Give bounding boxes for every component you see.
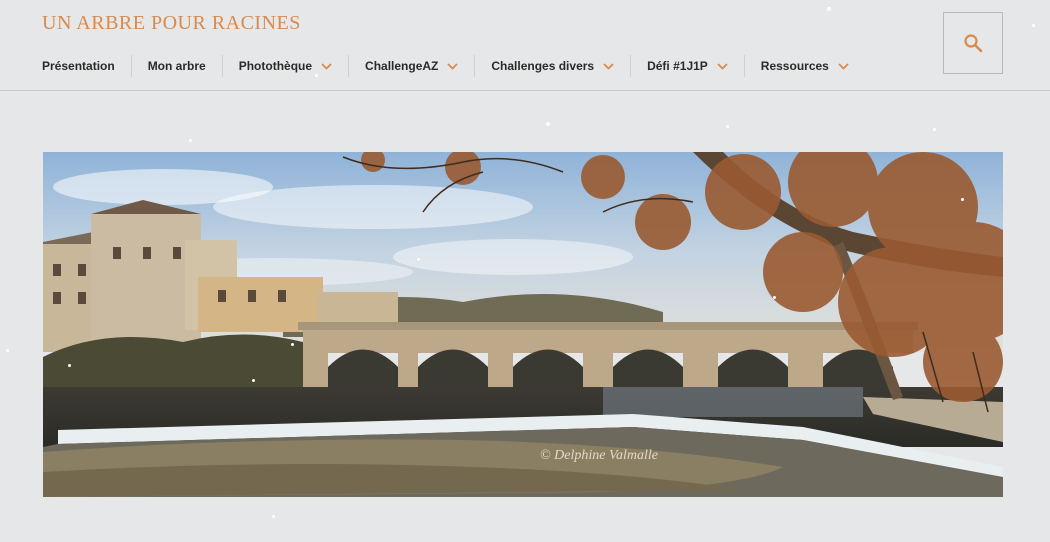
- nav-item-ressources[interactable]: Ressources: [743, 55, 865, 77]
- nav-item-label: Challenges divers: [491, 59, 595, 73]
- chevron-down-icon: [838, 62, 849, 70]
- search-button[interactable]: [943, 12, 1003, 74]
- nav-item-label: Mon arbre: [147, 59, 206, 73]
- snowflake: [189, 139, 192, 142]
- nav-item-label: Défi #1J1P: [647, 59, 708, 73]
- snowflake: [417, 258, 420, 261]
- nav-item-challengeaz[interactable]: ChallengeAZ: [348, 55, 474, 77]
- snowflake: [773, 296, 776, 299]
- snowflake: [546, 122, 550, 126]
- main-nav: Présentation Mon arbre Photothèque Chall…: [42, 55, 865, 77]
- snowflake: [315, 74, 318, 77]
- nav-item-mon-arbre[interactable]: Mon arbre: [130, 55, 222, 77]
- chevron-down-icon: [321, 62, 332, 70]
- snowflake: [933, 128, 936, 131]
- nav-item-challenges-divers[interactable]: Challenges divers: [474, 55, 630, 77]
- snowflake: [252, 379, 255, 382]
- nav-item-label: Ressources: [760, 59, 829, 73]
- snowflake: [68, 364, 71, 367]
- snowflake: [961, 198, 964, 201]
- chevron-down-icon: [603, 62, 614, 70]
- snowflake: [272, 515, 275, 518]
- chevron-down-icon: [717, 62, 728, 70]
- nav-item-label: Photothèque: [238, 59, 313, 73]
- site-title[interactable]: UN ARBRE POUR RACINES: [42, 12, 301, 35]
- nav-item-presentation[interactable]: Présentation: [42, 55, 131, 77]
- nav-item-label: ChallengeAZ: [365, 59, 439, 73]
- nav-item-defi-1j1p[interactable]: Défi #1J1P: [630, 55, 744, 77]
- snowflake: [291, 343, 294, 346]
- nav-item-phototheque[interactable]: Photothèque: [221, 55, 348, 77]
- snowflake: [726, 125, 729, 128]
- search-icon: [964, 34, 983, 53]
- snowflake: [827, 7, 831, 11]
- nav-item-label: Présentation: [42, 59, 115, 73]
- chevron-down-icon: [447, 62, 459, 70]
- header-banner-image: © Delphine Valmalle: [43, 152, 1003, 497]
- snowflake: [1032, 24, 1035, 27]
- site-header: UN ARBRE POUR RACINES Présentation Mon a…: [0, 0, 1050, 91]
- photo-watermark: © Delphine Valmalle: [540, 448, 658, 463]
- snowflake: [6, 349, 9, 352]
